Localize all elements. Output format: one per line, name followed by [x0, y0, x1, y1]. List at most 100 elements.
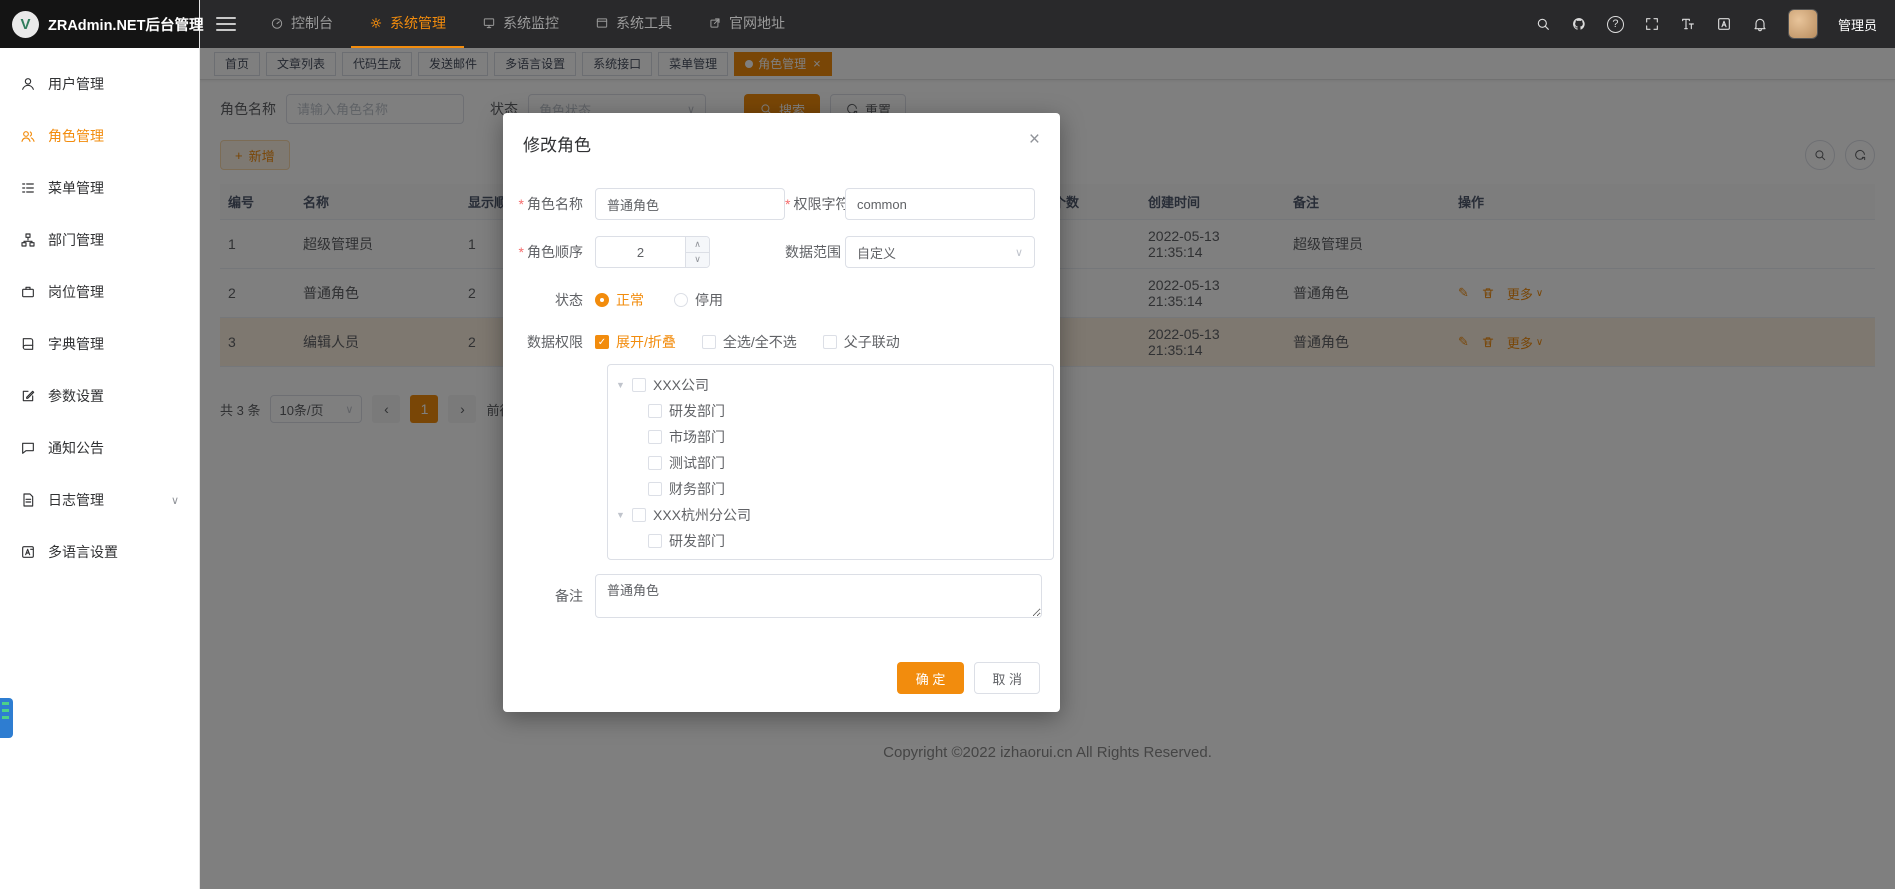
sidebar-item-label: 部门管理	[48, 230, 104, 250]
select-all-checkbox[interactable]: 全选/全不选	[702, 332, 797, 352]
sidebar-item-notice[interactable]: 通知公告	[0, 422, 199, 474]
top-header: 控制台 系统管理 系统监控 系统工具 官网地址 ?	[200, 0, 1895, 48]
github-icon[interactable]	[1571, 16, 1587, 32]
tree-node-dept[interactable]: 研发部门	[608, 398, 1053, 424]
perm-char-field-label: *权限字符	[785, 188, 845, 220]
required-asterisk: *	[519, 244, 524, 260]
tree-node-label: XXX公司	[653, 375, 709, 395]
sidebar-item-label: 多语言设置	[48, 542, 118, 562]
tree-node-dept[interactable]: 测试部门	[608, 450, 1053, 476]
tree-node-dept[interactable]: 测试部门	[608, 554, 1053, 560]
remark-field-label: 备注	[518, 580, 595, 612]
sidebar-item-dict-mgmt[interactable]: 字典管理	[0, 318, 199, 370]
monitor-icon	[482, 16, 496, 30]
nav-item-system-mgmt[interactable]: 系统管理	[351, 0, 464, 48]
document-icon	[20, 492, 36, 508]
nav-label: 系统工具	[616, 13, 672, 33]
tree-node-dept[interactable]: 财务部门	[608, 476, 1053, 502]
nav-item-official-site[interactable]: 官网地址	[690, 0, 803, 48]
app-title: ZRAdmin.NET后台管理	[48, 14, 203, 35]
data-scope-field-label: 数据范围	[785, 236, 845, 268]
sidebar-item-menu-mgmt[interactable]: 菜单管理	[0, 162, 199, 214]
fullscreen-icon[interactable]	[1644, 16, 1660, 32]
expand-collapse-checkbox[interactable]: ✓ 展开/折叠	[595, 332, 676, 352]
briefcase-icon	[20, 284, 36, 300]
chevron-down-icon: ∨	[1015, 246, 1023, 259]
user-avatar[interactable]	[1788, 9, 1818, 39]
tree-node-label: 财务部门	[669, 479, 725, 499]
sidebar-item-post-mgmt[interactable]: 岗位管理	[0, 266, 199, 318]
radio-dot	[595, 293, 609, 307]
sidebar-item-param-settings[interactable]: 参数设置	[0, 370, 199, 422]
notification-bell-icon[interactable]	[1752, 16, 1768, 32]
tree-node-company[interactable]: ▼ XXX公司	[608, 372, 1053, 398]
logo-bar[interactable]: V ZRAdmin.NET后台管理	[0, 0, 199, 48]
checkbox-box	[702, 335, 716, 349]
dashboard-icon	[270, 16, 284, 30]
nav-label: 系统监控	[503, 13, 559, 33]
cancel-button[interactable]: 取 消	[974, 662, 1040, 694]
role-order-field-label: *角色顺序	[518, 236, 595, 268]
role-name-field-label: *角色名称	[518, 188, 595, 220]
status-radio-normal[interactable]: 正常	[595, 290, 644, 310]
nav-item-system-monitor[interactable]: 系统监控	[464, 0, 577, 48]
edit-role-dialog: 修改角色 × *角色名称 *权限字符 *角色顺序 ∧ ∨	[503, 113, 1060, 712]
confirm-button[interactable]: 确 定	[897, 662, 965, 694]
floating-widget[interactable]	[0, 698, 13, 738]
dialog-title: 修改角色	[523, 136, 591, 155]
logo-icon: V	[12, 11, 39, 38]
tree-checkbox[interactable]	[648, 404, 662, 418]
close-icon[interactable]: ×	[1029, 130, 1040, 149]
nav-item-system-tools[interactable]: 系统工具	[577, 0, 690, 48]
sidebar-item-label: 用户管理	[48, 74, 104, 94]
tree-node-dept[interactable]: 市场部门	[608, 424, 1053, 450]
window-icon	[595, 16, 609, 30]
sidebar-item-label: 字典管理	[48, 334, 104, 354]
dialog-header: 修改角色	[503, 113, 1060, 162]
sidebar-item-i18n-settings[interactable]: 多语言设置	[0, 526, 199, 578]
nav-item-console[interactable]: 控制台	[252, 0, 351, 48]
dept-tree: ▼ XXX公司 研发部门 市场部门 测试部门	[607, 364, 1054, 560]
username-label: 管理员	[1838, 15, 1877, 34]
stepper-down-button[interactable]: ∨	[685, 253, 709, 268]
sidebar-item-user-mgmt[interactable]: 用户管理	[0, 58, 199, 110]
sidebar-item-dept-mgmt[interactable]: 部门管理	[0, 214, 199, 266]
role-order-stepper: ∧ ∨	[595, 236, 710, 268]
tree-node-label: 测试部门	[669, 453, 725, 473]
top-nav: 控制台 系统管理 系统监控 系统工具 官网地址	[252, 0, 803, 48]
sidebar-item-role-mgmt[interactable]: 角色管理	[0, 110, 199, 162]
caret-down-icon[interactable]: ▼	[616, 380, 632, 390]
stepper-up-button[interactable]: ∧	[685, 237, 709, 253]
sidebar-item-log-mgmt[interactable]: 日志管理 ∨	[0, 474, 199, 526]
checkbox-box: ✓	[595, 335, 609, 349]
radio-label: 正常	[616, 290, 644, 310]
font-size-icon[interactable]	[1680, 16, 1696, 32]
caret-down-icon[interactable]: ▼	[616, 510, 632, 520]
sidebar-item-label: 角色管理	[48, 126, 104, 146]
user-icon	[20, 76, 36, 92]
tree-checkbox[interactable]	[648, 482, 662, 496]
hamburger-menu-icon[interactable]	[216, 17, 236, 31]
help-icon[interactable]: ?	[1607, 16, 1624, 33]
sidebar-item-label: 参数设置	[48, 386, 104, 406]
nav-label: 系统管理	[390, 13, 446, 33]
status-radio-disabled[interactable]: 停用	[674, 290, 723, 310]
tree-node-label: 市场部门	[669, 427, 725, 447]
tree-checkbox[interactable]	[632, 378, 646, 392]
tree-checkbox[interactable]	[632, 508, 646, 522]
sidebar-item-label: 菜单管理	[48, 178, 104, 198]
role-name-field[interactable]	[595, 188, 785, 220]
language-icon[interactable]	[1716, 16, 1732, 32]
search-icon[interactable]	[1535, 16, 1551, 32]
tree-checkbox[interactable]	[648, 430, 662, 444]
tree-node-label: 测试部门	[669, 557, 725, 560]
perm-char-field[interactable]	[845, 188, 1035, 220]
translate-icon	[20, 544, 36, 560]
tree-checkbox[interactable]	[648, 456, 662, 470]
data-scope-select[interactable]: 自定义 ∨	[845, 236, 1035, 268]
tree-node-branch-company[interactable]: ▼ XXX杭州分公司	[608, 502, 1053, 528]
tree-checkbox[interactable]	[648, 534, 662, 548]
remark-field[interactable]: 普通角色	[595, 574, 1042, 618]
tree-node-dept[interactable]: 研发部门	[608, 528, 1053, 554]
parent-child-link-checkbox[interactable]: 父子联动	[823, 332, 900, 352]
